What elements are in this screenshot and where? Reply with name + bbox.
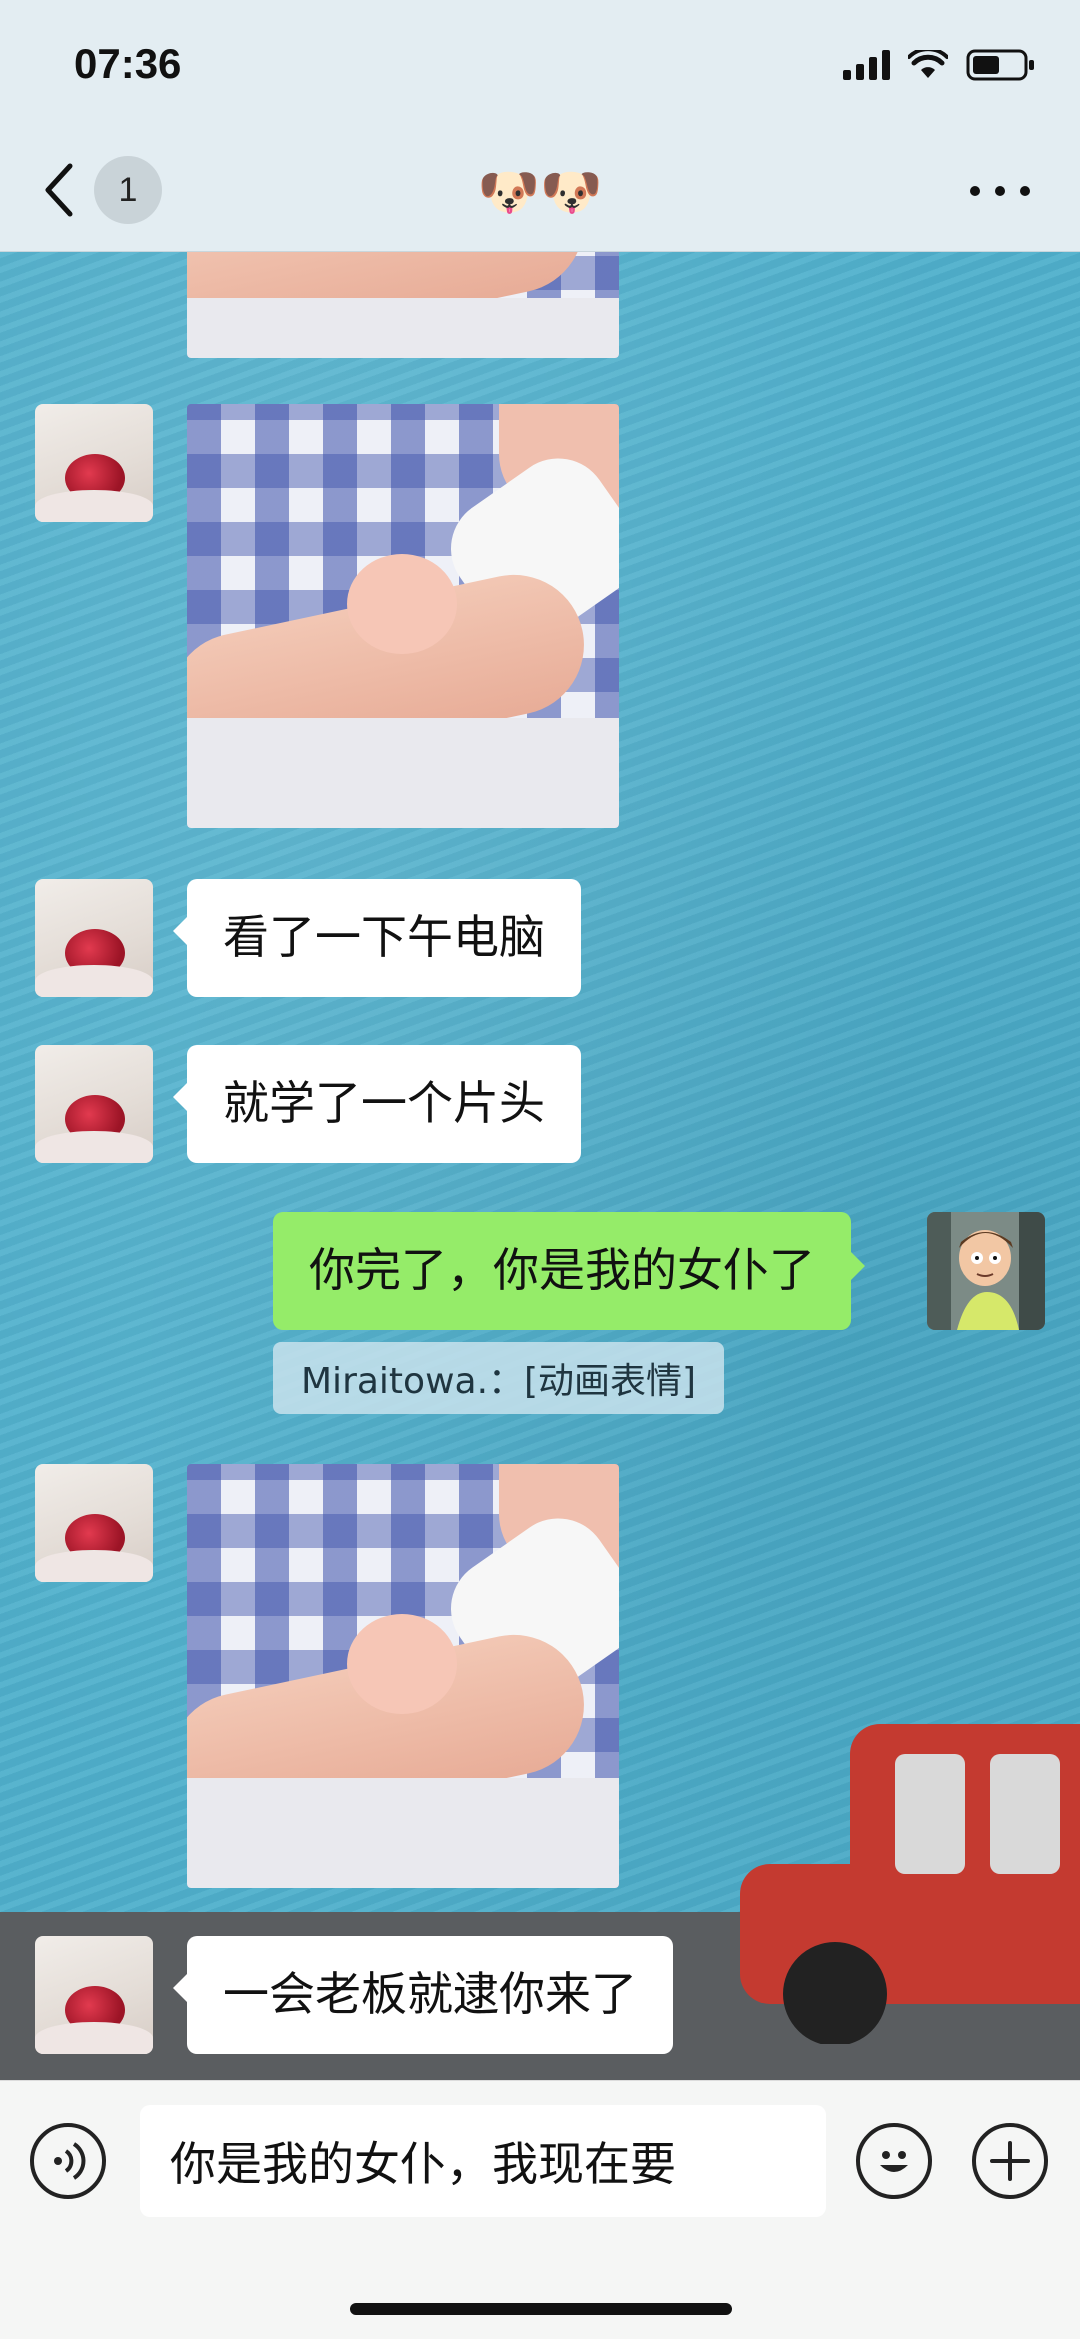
smiley-icon <box>880 2151 908 2172</box>
cartoon-avatar-icon <box>927 1212 1045 1330</box>
chat-title: 🐶🐶 <box>477 163 603 221</box>
battery-icon <box>966 48 1036 82</box>
voice-icon <box>54 2142 86 2180</box>
contact-avatar[interactable] <box>35 879 153 997</box>
message-input[interactable]: 你是我的女仆，我现在要 <box>140 2105 826 2217</box>
contact-avatar[interactable] <box>35 404 153 522</box>
input-bar: 你是我的女仆，我现在要 <box>0 2080 1080 2339</box>
contact-avatar[interactable] <box>35 1045 153 1163</box>
text-message[interactable]: 一会老板就逮你来了 <box>173 1936 673 2054</box>
add-button[interactable] <box>972 2123 1048 2199</box>
status-time: 07:36 <box>74 40 182 87</box>
top-bar: 07:36 1 🐶🐶 <box>0 0 1080 252</box>
voice-button[interactable] <box>30 2123 106 2199</box>
dot-icon <box>970 186 980 196</box>
text-message[interactable]: 看了一下午电脑 <box>173 879 581 997</box>
dot-icon <box>995 186 1005 196</box>
dot-icon <box>1020 186 1030 196</box>
contact-avatar[interactable] <box>35 1464 153 1582</box>
status-icons <box>843 48 1036 82</box>
my-avatar[interactable] <box>927 1212 1045 1330</box>
wifi-icon <box>908 50 948 80</box>
wallpaper-car <box>740 1724 1080 2044</box>
image-message[interactable] <box>187 252 619 358</box>
plus-icon <box>990 2141 1030 2181</box>
quoted-message[interactable]: Miraitowa.：[动画表情] <box>273 1342 725 1414</box>
emoji-button[interactable] <box>856 2123 932 2199</box>
image-message[interactable] <box>187 1464 619 1888</box>
cellular-signal-icon <box>843 50 890 80</box>
home-indicator <box>350 2303 732 2315</box>
chat-area[interactable]: 看了一下午电脑 就学了一个片头 你完了，你是我的女仆了 Miraitowa.：[… <box>0 252 1080 2080</box>
my-text-message[interactable]: 你完了，你是我的女仆了 <box>273 1212 865 1330</box>
more-options-button[interactable] <box>970 176 1030 206</box>
text-message[interactable]: 就学了一个片头 <box>173 1045 581 1163</box>
image-message[interactable] <box>187 404 619 828</box>
contact-avatar[interactable] <box>35 1936 153 2054</box>
